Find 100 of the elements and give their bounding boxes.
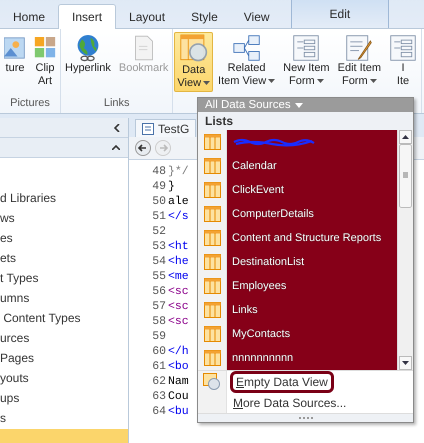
code-text: <sc xyxy=(168,299,189,314)
line-number: 63 xyxy=(151,389,167,404)
line-number: 61 xyxy=(151,359,167,374)
collapse-icon[interactable] xyxy=(114,124,120,132)
form-pencil-icon xyxy=(345,34,374,62)
globe-link-icon xyxy=(74,34,101,62)
ribbon-button[interactable]: Data View xyxy=(174,32,214,92)
group-label: Pictures xyxy=(9,97,51,111)
group-label: Links xyxy=(102,97,131,111)
line-number: 60 xyxy=(151,344,167,359)
list-item[interactable]: Content and Structure Reports xyxy=(227,226,397,250)
menu-title: All Data Sources xyxy=(205,99,291,111)
code-text: </h xyxy=(168,344,189,359)
ribbon-button[interactable]: Clip Art xyxy=(31,32,59,90)
menu-action[interactable]: More Data Sources... xyxy=(230,394,350,410)
table-icon xyxy=(204,278,220,294)
list-item[interactable]: MyContacts xyxy=(227,322,397,346)
form-icon xyxy=(389,34,418,62)
ribbon-button[interactable]: Edit Item Form xyxy=(334,32,384,90)
ribbon-tab[interactable]: Layout xyxy=(116,5,178,28)
scroll-thumb-icon[interactable] xyxy=(399,144,412,208)
code-text: <he xyxy=(168,254,189,269)
line-number: 52 xyxy=(151,224,167,239)
navigation-item[interactable]: d Libraries xyxy=(0,188,128,208)
document-tab[interactable]: TestG xyxy=(135,119,196,137)
line-number: 48 xyxy=(151,164,167,179)
list-item[interactable]: Calendar xyxy=(227,154,397,178)
line-number: 56 xyxy=(151,284,167,299)
navigation-item[interactable]: ets xyxy=(0,248,128,268)
ribbon-tab[interactable]: Home xyxy=(0,5,58,28)
related-tables-icon xyxy=(232,34,261,62)
code-text: <me xyxy=(168,269,189,284)
code-text: } xyxy=(168,179,175,194)
table-icon xyxy=(204,350,220,366)
navigation-item[interactable]: t Types xyxy=(0,268,128,288)
line-number: 59 xyxy=(151,329,167,344)
form-icon xyxy=(292,34,320,62)
navigation-item[interactable]: ups xyxy=(0,388,128,408)
line-number: 62 xyxy=(151,374,167,389)
line-number: 51 xyxy=(151,209,167,224)
line-number: 53 xyxy=(151,239,167,254)
list-item[interactable]: DestinationList xyxy=(227,250,397,274)
navigation-item[interactable]: s xyxy=(0,408,128,428)
code-text: </s xyxy=(168,209,189,224)
list-item[interactable]: Links xyxy=(227,298,397,322)
ribbon-tab[interactable]: View xyxy=(230,5,283,28)
navigation-item[interactable]: Pages xyxy=(0,348,128,368)
ribbon-button[interactable]: New Item Form xyxy=(280,32,333,90)
code-text: }*/ xyxy=(168,164,189,179)
menu-action[interactable]: Empty Data View xyxy=(230,370,334,392)
code-text: Cou xyxy=(168,389,189,404)
code-text: Nam xyxy=(168,374,189,389)
list-item[interactable]: nnnnnnnnnn xyxy=(227,346,397,370)
table-icon xyxy=(204,134,220,150)
ribbon-button[interactable]: ture xyxy=(1,32,29,77)
table-magnifier-icon xyxy=(180,34,208,64)
ribbon-button[interactable]: Hyperlink xyxy=(62,32,114,77)
navigation-item[interactable]: urces xyxy=(0,328,128,348)
line-number: 54 xyxy=(151,254,167,269)
navigation-item[interactable]: youts xyxy=(0,368,128,388)
code-text: <sc xyxy=(168,314,189,329)
table-icon xyxy=(204,206,220,222)
ribbon-tab[interactable]: Edit xyxy=(290,0,390,28)
code-text: <sc xyxy=(168,284,189,299)
line-number: 64 xyxy=(151,404,167,419)
section-heading: Lists xyxy=(198,112,413,130)
navigation-item[interactable]: es xyxy=(0,228,128,248)
page-icon xyxy=(142,122,154,134)
line-number: 49 xyxy=(151,179,167,194)
table-icon xyxy=(204,326,220,342)
table-icon xyxy=(204,254,220,270)
ribbon-tab[interactable]: Insert xyxy=(58,4,116,29)
list-item[interactable]: ClickEvent xyxy=(227,178,397,202)
ribbon-button[interactable]: I Ite xyxy=(386,32,420,90)
document-icon xyxy=(132,34,155,62)
list-item[interactable]: Employees xyxy=(227,274,397,298)
list-item[interactable]: ComputerDetails xyxy=(227,202,397,226)
navigation-item[interactable]: ws xyxy=(0,208,128,228)
chevron-up-icon[interactable] xyxy=(112,145,120,150)
table-icon xyxy=(204,230,220,246)
navigation-item[interactable]: Content Types xyxy=(0,308,128,328)
line-number: 50 xyxy=(151,194,167,209)
line-number: 58 xyxy=(151,314,167,329)
caret-icon xyxy=(294,102,303,108)
code-text: <bu xyxy=(168,404,189,419)
back-icon[interactable] xyxy=(135,140,151,156)
code-text: <bo xyxy=(168,359,189,374)
scroll-down-icon[interactable] xyxy=(399,356,412,370)
line-number: 57 xyxy=(151,299,167,314)
code-text: <ht xyxy=(168,239,189,254)
scrollbar[interactable] xyxy=(397,130,413,370)
table-icon xyxy=(204,182,220,198)
line-number: 55 xyxy=(151,269,167,284)
scroll-up-icon[interactable] xyxy=(399,130,412,144)
table-icon xyxy=(204,302,220,318)
navigation-item[interactable]: umns xyxy=(0,288,128,308)
table-icon xyxy=(204,158,220,174)
ribbon-button[interactable]: Related Item View xyxy=(215,32,278,90)
code-text: ale xyxy=(168,194,189,209)
ribbon-tab[interactable]: Style xyxy=(178,5,231,28)
